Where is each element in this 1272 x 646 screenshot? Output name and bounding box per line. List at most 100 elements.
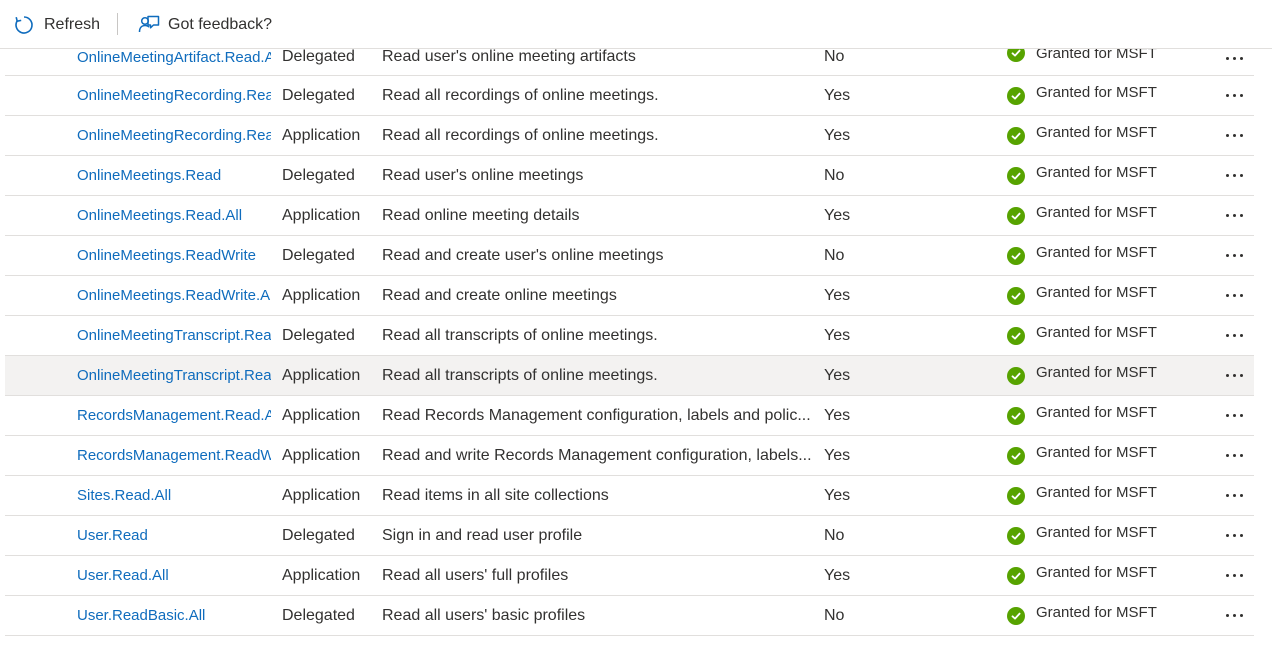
table-row[interactable]: User.Read.All Application Read all users' … [5,556,1254,596]
permission-type: Application [282,486,361,504]
admin-consent-required: Yes [824,406,851,424]
permission-description: Read items in all site collections [382,476,816,515]
admin-consent-required: Yes [824,126,851,144]
more-options-button[interactable] [1219,476,1249,515]
permission-description: Read all users' basic profiles [382,596,816,635]
permission-description-text: Read and create online meetings [382,286,617,304]
admin-consent-required: Yes [824,206,851,224]
consent-status: Granted for MSFT [1007,556,1177,595]
consent-status-text: Granted for MSFT [1036,284,1157,301]
ellipsis-icon [1225,334,1243,337]
admin-consent-required: Yes [824,486,851,504]
more-options-button[interactable] [1219,356,1249,395]
feedback-button[interactable]: Got feedback? [138,12,272,38]
feedback-icon [138,14,160,36]
permission-description: Read all transcripts of online meetings. [382,316,816,355]
consent-status: Granted for MSFT [1007,476,1177,515]
consent-status: Granted for MSFT [1007,196,1177,235]
permission-name-link[interactable]: User.Read [77,516,271,555]
ellipsis-icon [1225,214,1243,217]
permission-name-link[interactable]: RecordsManagement.ReadW [77,436,271,475]
consent-status-text: Granted for MSFT [1036,564,1157,581]
permission-type: Delegated [282,166,355,184]
ellipsis-icon [1225,254,1243,257]
permission-name-link[interactable]: OnlineMeetings.Read [77,156,271,195]
permission-description: Read and write Records Management config… [382,436,816,475]
permission-description-text: Read online meeting details [382,206,580,224]
ellipsis-icon [1225,374,1243,377]
more-options-button[interactable] [1219,156,1249,195]
table-row[interactable]: User.Read Delegated Sign in and read user … [5,516,1254,556]
more-options-button[interactable] [1219,116,1249,155]
table-row[interactable]: OnlineMeetingTranscript.Rea Application Re… [5,356,1254,396]
ellipsis-icon [1225,174,1243,177]
permission-description-text: Read user's online meeting artifacts [382,48,636,65]
table-row[interactable]: OnlineMeetings.ReadWrite.Al Application Re… [5,276,1254,316]
more-options-button[interactable] [1219,596,1249,635]
table-row[interactable]: OnlineMeetings.Read.All Application Read o… [5,196,1254,236]
table-row[interactable]: Sites.Read.All Application Read items in a… [5,476,1254,516]
consent-status-text: Granted for MSFT [1036,324,1157,341]
table-row[interactable]: OnlineMeetings.Read Delegated Read user's … [5,156,1254,196]
permission-name-link[interactable]: OnlineMeetings.ReadWrite.Al [77,276,271,315]
refresh-icon [13,14,35,36]
permission-name-link[interactable]: OnlineMeetingTranscript.Rea [77,356,271,395]
checkmark-circle-icon [1007,406,1025,425]
more-options-button[interactable] [1219,316,1249,355]
admin-consent-required: No [824,166,845,184]
consent-status-text: Granted for MSFT [1036,204,1157,221]
permission-type: Delegated [282,606,355,624]
more-options-button[interactable] [1219,196,1249,235]
more-options-button[interactable] [1219,436,1249,475]
permission-description: Read all recordings of online meetings. [382,116,816,155]
permission-description: Read all transcripts of online meetings. [382,356,816,395]
consent-status: Granted for MSFT [1007,436,1177,475]
ellipsis-icon [1225,94,1243,97]
permission-name-link[interactable]: OnlineMeetings.ReadWrite [77,236,271,275]
permission-description: Read all recordings of online meetings. [382,76,816,115]
permission-type: Delegated [282,526,355,544]
consent-status-text: Granted for MSFT [1036,124,1157,141]
checkmark-circle-icon [1007,326,1025,345]
more-options-button[interactable] [1219,556,1249,595]
checkmark-circle-icon [1007,126,1025,145]
permission-name-link[interactable]: User.ReadBasic.All [77,596,271,635]
permission-name-link[interactable]: Sites.Read.All [77,476,271,515]
consent-status-text: Granted for MSFT [1036,164,1157,181]
table-row[interactable]: OnlineMeetings.ReadWrite Delegated Read an… [5,236,1254,276]
permission-name-link[interactable]: OnlineMeetingRecording.Rea [77,76,271,115]
permission-name-link[interactable]: RecordsManagement.Read.Al [77,396,271,435]
permission-name-link[interactable]: OnlineMeetingTranscript.Rea [77,316,271,355]
table-row[interactable]: User.ReadBasic.All Delegated Read all user… [5,596,1254,636]
admin-consent-required: Yes [824,86,851,104]
permission-description: Read online meeting details [382,196,816,235]
more-options-button[interactable] [1219,236,1249,275]
consent-status: Granted for MSFT [1007,516,1177,555]
permission-name-link[interactable]: User.Read.All [77,556,271,595]
consent-status: Granted for MSFT [1007,356,1177,395]
permission-name-link[interactable]: OnlineMeetingRecording.Rea [77,116,271,155]
consent-status: Granted for MSFT [1007,596,1177,635]
refresh-button[interactable]: Refresh [13,12,100,38]
table-row[interactable]: OnlineMeetingRecording.Rea Delegated Read … [5,76,1254,116]
consent-status-text: Granted for MSFT [1036,524,1157,541]
checkmark-circle-icon [1007,446,1025,465]
more-options-button[interactable] [1219,516,1249,555]
checkmark-circle-icon [1007,486,1025,505]
more-options-button[interactable] [1219,396,1249,435]
table-row[interactable]: RecordsManagement.ReadW Application Read a… [5,436,1254,476]
table-row[interactable]: RecordsManagement.Read.Al Application Read… [5,396,1254,436]
permission-description: Read user's online meetings [382,156,816,195]
consent-status: Granted for MSFT [1007,156,1177,195]
checkmark-circle-icon [1007,526,1025,545]
permission-description-text: Read Records Management configuration, l… [382,406,811,424]
more-options-button[interactable] [1219,276,1249,315]
ellipsis-icon [1225,454,1243,457]
permission-name-link[interactable]: OnlineMeetings.Read.All [77,196,271,235]
permission-type: Application [282,566,361,584]
more-options-button[interactable] [1219,76,1249,115]
permission-description-text: Read all recordings of online meetings. [382,126,659,144]
table-row[interactable]: OnlineMeetingRecording.Rea Application Rea… [5,116,1254,156]
table-row[interactable]: OnlineMeetingTranscript.Rea Delegated Read… [5,316,1254,356]
permission-description-text: Read and create user's online meetings [382,246,664,264]
